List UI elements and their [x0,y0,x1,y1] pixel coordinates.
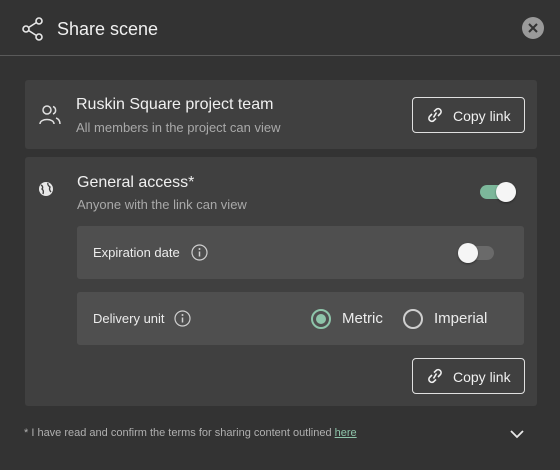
copy-link-label: Copy link [453,108,511,124]
chevron-down-icon[interactable] [509,428,525,440]
close-icon [528,23,538,33]
general-access-card: General access* Anyone with the link can… [25,157,537,406]
delivery-unit-label: Delivery unit [93,311,165,326]
terms-text: * I have read and confirm the terms for … [24,427,335,439]
imperial-label[interactable]: Imperial [434,310,487,327]
team-copy-link-button[interactable]: Copy link [412,97,525,133]
share-scene-dialog: Share scene Ruskin Square project team A… [0,0,560,470]
info-icon[interactable] [174,310,191,327]
dialog-title: Share scene [57,19,159,39]
project-team-card: Ruskin Square project team All members i… [25,80,537,149]
link-icon [428,368,442,384]
imperial-radio[interactable] [403,309,423,329]
terms-link[interactable]: here [335,427,357,439]
expiration-date-row: Expiration date [77,226,524,279]
close-button[interactable] [522,17,544,39]
dialog-header: Share scene [0,0,560,56]
expiration-date-label: Expiration date [93,245,180,260]
team-description: All members in the project can view [76,120,281,135]
general-access-toggle[interactable] [480,182,516,202]
info-icon[interactable] [191,244,208,261]
delivery-unit-row: Delivery unit Metric Imperial [77,292,524,345]
copy-link-label: Copy link [453,369,511,385]
link-icon [428,107,442,123]
expiration-date-toggle[interactable] [458,243,494,263]
share-icon [22,17,43,41]
toggle-knob [458,243,478,263]
terms-notice: * I have read and confirm the terms for … [24,427,357,439]
general-access-title: General access* [77,174,195,191]
metric-label[interactable]: Metric [342,310,383,327]
general-access-description: Anyone with the link can view [77,197,247,212]
toggle-knob [496,182,516,202]
team-name: Ruskin Square project team [76,96,274,113]
general-access-copy-link-button[interactable]: Copy link [412,358,525,394]
globe-icon [39,182,53,196]
metric-radio[interactable] [311,309,331,329]
users-icon [39,105,61,125]
